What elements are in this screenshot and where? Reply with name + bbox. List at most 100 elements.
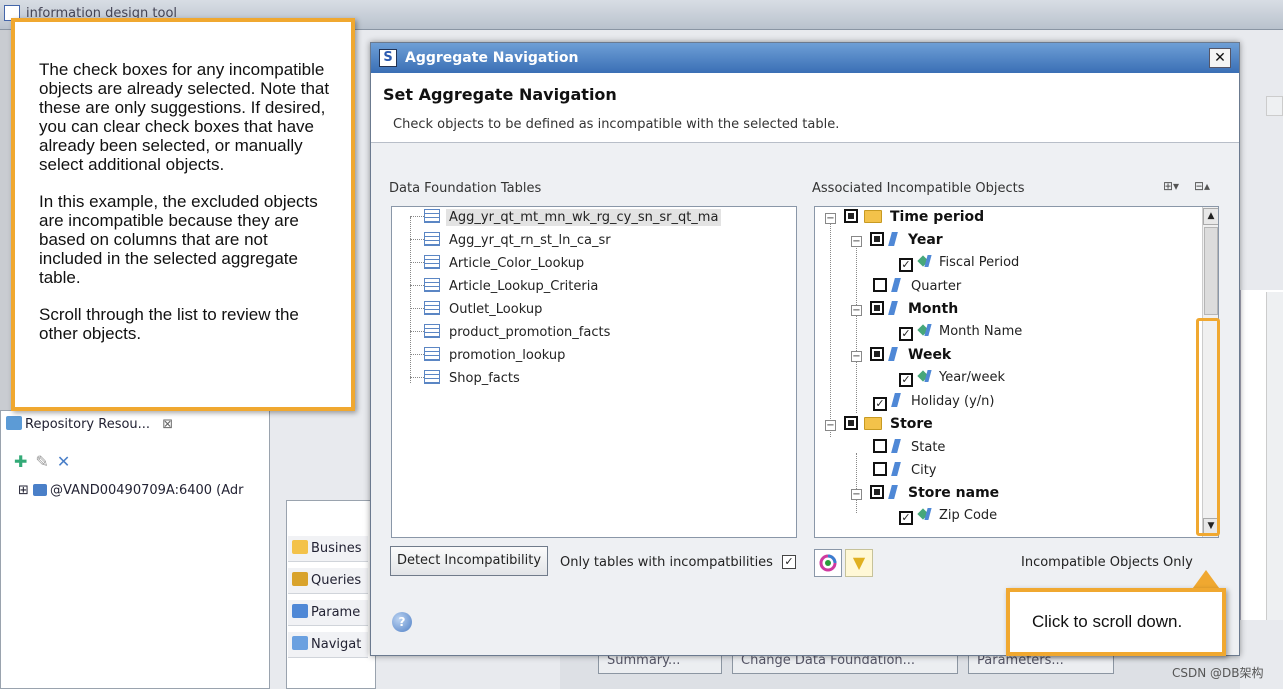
delete-icon[interactable]: ✕	[57, 452, 78, 471]
table-item[interactable]: Outlet_Lookup	[410, 301, 545, 324]
tree-connector	[856, 243, 857, 413]
right-scrollbar-up[interactable]	[1266, 96, 1283, 116]
collapse-icon[interactable]: −	[825, 420, 836, 431]
store-checkbox[interactable]	[844, 416, 858, 430]
attribute-icon	[919, 508, 933, 520]
dimension-icon	[891, 462, 901, 476]
filter-button[interactable]: ▼	[845, 549, 873, 577]
table-item[interactable]: Agg_yr_qt_rn_st_ln_ca_sr	[410, 232, 614, 255]
only-tables-checkbox[interactable]: ✓	[782, 555, 796, 569]
collapse-icon[interactable]: −	[851, 351, 862, 362]
collapse-icon[interactable]: −	[851, 305, 862, 316]
scroll-hint-callout: Click to scroll down.	[1006, 588, 1226, 656]
repository-resources-tab[interactable]: Repository Resou... ⊠	[6, 416, 173, 440]
tree-node-month-name[interactable]: ✓ Month Name	[899, 324, 1022, 347]
scroll-thumb[interactable]	[1204, 227, 1218, 315]
tree-node-store[interactable]: − Store	[825, 416, 933, 439]
tab-queries[interactable]: Queries	[288, 568, 368, 594]
folder-icon	[292, 540, 308, 554]
tab-business-layer[interactable]: Busines	[288, 536, 368, 562]
folder-icon	[864, 417, 882, 430]
filter-icon: ▼	[852, 553, 866, 572]
dialog-title: Aggregate Navigation	[405, 50, 579, 66]
add-icon[interactable]: ✚	[14, 452, 35, 471]
table-icon	[424, 301, 440, 315]
tree-node-store-name[interactable]: − Store name	[851, 485, 999, 508]
aggregate-navigation-dialog: S Aggregate Navigation ✕ Set Aggregate N…	[370, 42, 1240, 656]
incompatible-objects-only-label: Incompatible Objects Only	[1021, 555, 1193, 570]
year-checkbox[interactable]	[870, 232, 884, 246]
tree-node-holiday[interactable]: ✓ Holiday (y/n)	[873, 393, 994, 416]
collapse-icon[interactable]: −	[851, 236, 862, 247]
callout-paragraph: The check boxes for any incompatible obj…	[39, 60, 330, 174]
only-tables-label: Only tables with incompatbilities	[560, 555, 773, 570]
objects-panel-label: Associated Incompatible Objects	[812, 181, 1025, 196]
repository-toolbar: ✚✎✕	[14, 452, 78, 471]
table-item[interactable]: promotion_lookup	[410, 347, 568, 370]
dimension-icon	[888, 485, 898, 499]
month-checkbox[interactable]	[870, 301, 884, 315]
expand-all-icon[interactable]: ⊞▾	[1163, 179, 1179, 193]
data-foundation-tables-list[interactable]: Agg_yr_qt_mt_mn_wk_rg_cy_sn_sr_qt_ma Agg…	[391, 206, 797, 538]
tree-node-fiscal-period[interactable]: ✓ Fiscal Period	[899, 255, 1019, 278]
table-icon	[424, 255, 440, 269]
color-filter-button[interactable]	[814, 549, 842, 577]
tree-node-city[interactable]: City	[873, 462, 936, 485]
tab-navigation-paths[interactable]: Navigat	[288, 632, 368, 658]
year-week-checkbox[interactable]: ✓	[899, 373, 913, 387]
quarter-checkbox[interactable]	[873, 278, 887, 292]
table-item[interactable]: Article_Color_Lookup	[410, 255, 587, 278]
expand-icon[interactable]: ⊞	[18, 483, 29, 498]
close-button[interactable]: ✕	[1209, 48, 1231, 68]
tree-node-year-week[interactable]: ✓ Year/week	[899, 370, 1005, 393]
tree-connector	[830, 221, 831, 437]
table-item[interactable]: Article_Lookup_Criteria	[410, 278, 601, 301]
local-projects-panel	[286, 500, 376, 689]
tab-parameters[interactable]: Parame	[288, 600, 368, 626]
fiscal-period-checkbox[interactable]: ✓	[899, 258, 913, 272]
holiday-checkbox[interactable]: ✓	[873, 397, 887, 411]
state-checkbox[interactable]	[873, 439, 887, 453]
zip-code-checkbox[interactable]: ✓	[899, 511, 913, 525]
dimension-icon	[891, 439, 901, 453]
dimension-icon	[888, 232, 898, 246]
attribute-icon	[919, 324, 933, 336]
tables-panel-label: Data Foundation Tables	[389, 181, 542, 196]
help-icon[interactable]: ?	[392, 612, 412, 632]
pencil-icon[interactable]: ✎	[35, 452, 56, 471]
store-name-checkbox[interactable]	[870, 485, 884, 499]
tree-node-quarter[interactable]: Quarter	[873, 278, 961, 301]
city-checkbox[interactable]	[873, 462, 887, 476]
tree-node-month[interactable]: − Month	[851, 301, 958, 324]
query-icon	[292, 572, 308, 586]
collapse-all-icon[interactable]: ⊟▴	[1194, 179, 1210, 193]
attribute-icon	[919, 255, 933, 267]
tree-node-state[interactable]: State	[873, 439, 945, 462]
table-item[interactable]: Shop_facts	[410, 370, 523, 393]
tree-node-time-period[interactable]: − Time period	[825, 209, 984, 232]
tree-node-year[interactable]: − Year	[851, 232, 943, 255]
close-icon[interactable]: ⊠	[162, 417, 173, 432]
right-scrollbar[interactable]	[1266, 292, 1283, 620]
month-name-checkbox[interactable]: ✓	[899, 327, 913, 341]
time-period-checkbox[interactable]	[844, 209, 858, 223]
incompatible-objects-tree[interactable]: − Time period − Year ✓ Fiscal Period Quarte…	[814, 206, 1219, 538]
collapse-icon[interactable]: −	[851, 489, 862, 500]
callout-paragraph: In this example, the excluded objects ar…	[39, 192, 318, 287]
table-icon	[424, 232, 440, 246]
dimension-icon	[891, 278, 901, 292]
tree-node-zip-code[interactable]: ✓ Zip Code	[899, 508, 997, 531]
collapse-icon[interactable]: −	[825, 213, 836, 224]
table-item[interactable]: Agg_yr_qt_mt_mn_wk_rg_cy_sn_sr_qt_ma	[410, 209, 722, 232]
watermark: CSDN @DB架构	[1172, 666, 1264, 680]
dimension-icon	[891, 393, 901, 407]
instruction-callout: The check boxes for any incompatible obj…	[11, 18, 355, 411]
detect-incompatibility-button[interactable]: Detect Incompatibility	[390, 546, 548, 576]
folder-icon	[864, 210, 882, 223]
table-item[interactable]: product_promotion_facts	[410, 324, 613, 347]
scroll-up-button[interactable]: ▲	[1203, 208, 1218, 225]
tree-node-week[interactable]: − Week	[851, 347, 951, 370]
repository-connection-item[interactable]: ⊞ @VAND00490709A:6400 (Adr	[18, 483, 244, 498]
week-checkbox[interactable]	[870, 347, 884, 361]
navigation-icon	[292, 636, 308, 650]
